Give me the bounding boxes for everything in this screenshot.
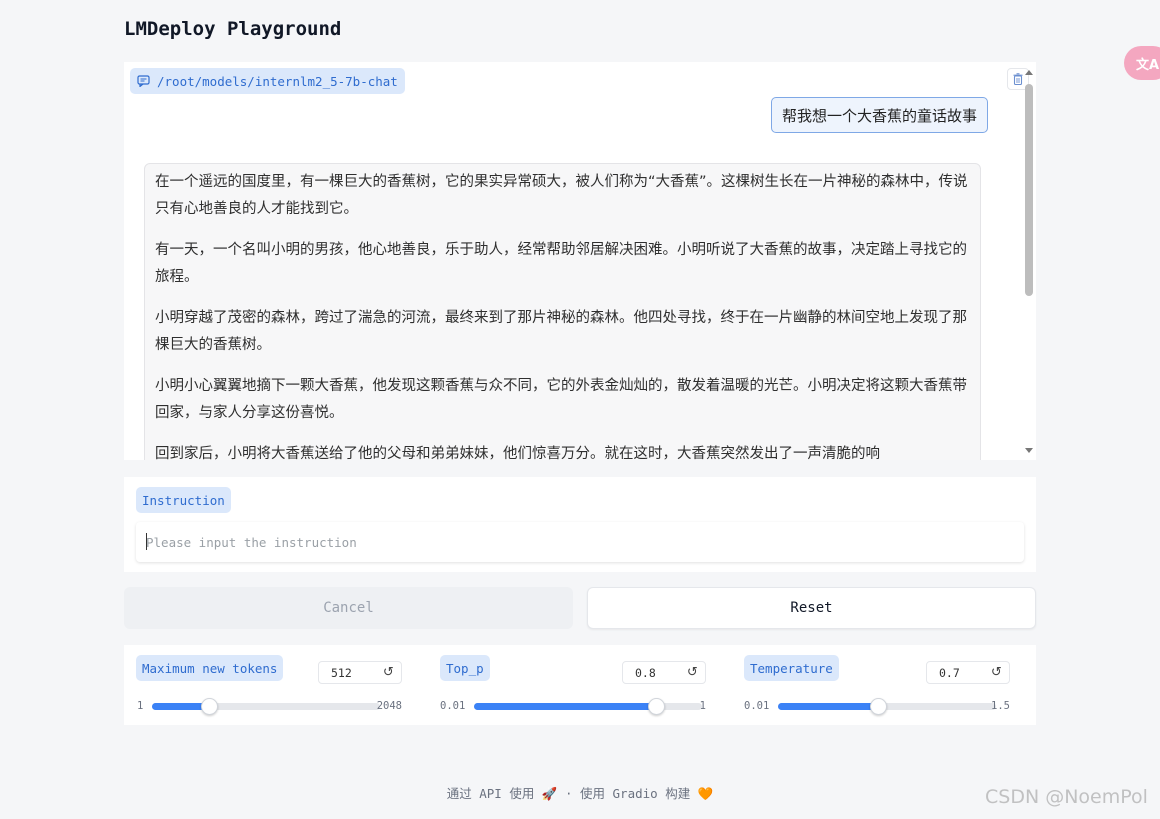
temperature-number-input[interactable]: 0.7 ↺	[926, 661, 1010, 684]
instruction-label: Instruction	[136, 487, 231, 513]
slider-track[interactable]	[152, 698, 380, 715]
slider-max: 1.5	[991, 700, 1010, 712]
message-paragraph: 在一个遥远的国度里，有一棵巨大的香蕉树，它的果实异常硕大，被人们称为“大香蕉”。…	[155, 174, 968, 217]
page-title: LMDeploy Playground	[124, 18, 342, 40]
slider-fill	[778, 703, 879, 710]
slider-thumb[interactable]	[201, 698, 218, 715]
reset-value-icon[interactable]: ↺	[680, 665, 705, 680]
slider-fill	[474, 703, 657, 710]
reset-button[interactable]: Reset	[587, 587, 1036, 629]
slider-value[interactable]: 0.7	[927, 666, 984, 680]
slider-max: 2048	[376, 700, 402, 712]
message-paragraph: 回到家后，小明将大香蕉送给了他的父母和弟弟妹妹，他们惊喜万分。就在这时，大香蕉突…	[155, 446, 880, 460]
instruction-input[interactable]	[136, 522, 1024, 562]
playground-page: LMDeploy Playground 文A /root/models/inte…	[0, 0, 1160, 819]
scroll-up-arrow-icon[interactable]	[1025, 70, 1033, 75]
slider-min: 0.01	[744, 700, 770, 712]
slider-track[interactable]	[474, 698, 702, 715]
message-paragraph: 小明小心翼翼地摘下一颗大香蕉，他发现这颗香蕉与众不同，它的外表金灿灿的，散发着温…	[155, 378, 967, 421]
max-new-tokens-slider: Maximum new tokens 512 ↺ 1 2048	[124, 645, 414, 725]
model-path-label: /root/models/internlm2_5-7b-chat	[157, 73, 398, 89]
message-paragraph: 小明穿越了茂密的森林，跨过了湍急的河流，最终来到了那片神秘的森林。他四处寻找，终…	[155, 310, 967, 353]
scrollbar-thumb[interactable]	[1025, 84, 1033, 296]
chat-bubble-icon	[137, 75, 150, 87]
slider-min: 1	[137, 700, 144, 712]
slider-track[interactable]	[778, 698, 996, 715]
scroll-down-arrow-icon[interactable]	[1025, 448, 1033, 453]
slider-max: 1	[699, 700, 706, 712]
assistant-message: 在一个遥远的国度里，有一棵巨大的香蕉树，它的果实异常硕大，被人们称为“大香蕉”。…	[144, 163, 981, 460]
reset-value-icon[interactable]: ↺	[984, 665, 1009, 680]
slider-value[interactable]: 512	[319, 666, 376, 680]
max-new-tokens-number-input[interactable]: 512 ↺	[318, 661, 402, 684]
slider-label: Temperature	[744, 655, 839, 681]
chatbot-panel: /root/models/internlm2_5-7b-chat 帮我想一个大香…	[124, 62, 1036, 460]
message-paragraph: 有一天，一个名叫小明的男孩，他心地善良，乐于助人，经常帮助邻居解决困难。小明听说…	[155, 242, 967, 285]
text-cursor	[146, 533, 147, 550]
reset-value-icon[interactable]: ↺	[376, 665, 401, 680]
top-p-slider: Top_p 0.8 ↺ 0.01 1	[428, 645, 718, 725]
trash-icon	[1013, 70, 1023, 89]
user-message: 帮我想一个大香蕉的童话故事	[771, 97, 989, 133]
slider-label: Top_p	[440, 655, 490, 681]
slider-min: 0.01	[440, 700, 466, 712]
top-p-number-input[interactable]: 0.8 ↺	[622, 661, 706, 684]
slider-thumb[interactable]	[648, 698, 666, 715]
cancel-button[interactable]: Cancel	[124, 587, 573, 629]
translate-icon: 文A	[1136, 57, 1160, 73]
slider-value[interactable]: 0.8	[623, 666, 680, 680]
temperature-slider: Temperature 0.7 ↺ 0.01 1.5	[732, 645, 1022, 725]
slider-thumb[interactable]	[870, 698, 888, 715]
chatbot-label: /root/models/internlm2_5-7b-chat	[130, 68, 405, 94]
watermark: CSDN @NoemPol	[985, 786, 1148, 808]
translate-button[interactable]: 文A	[1124, 46, 1160, 80]
chat-scrollbar[interactable]	[1024, 68, 1034, 458]
parameters-block: Maximum new tokens 512 ↺ 1 2048 Top_p 0.…	[124, 645, 1036, 725]
instruction-block: Instruction	[124, 477, 1036, 572]
slider-label: Maximum new tokens	[136, 655, 284, 681]
